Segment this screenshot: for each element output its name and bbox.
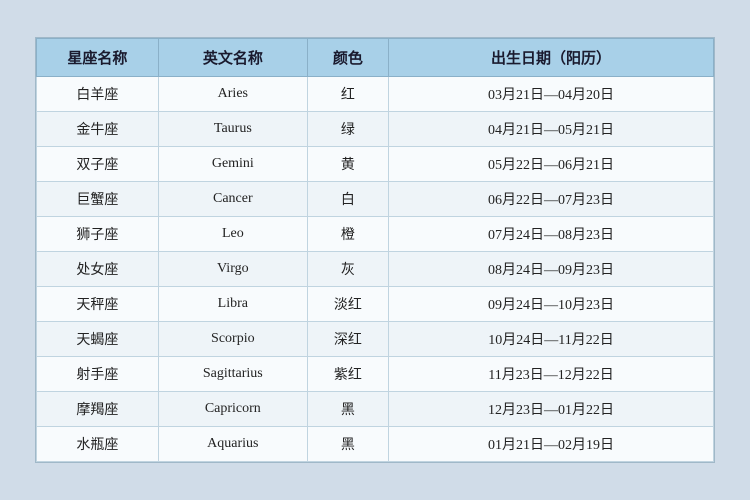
cell-chinese-name: 天秤座: [37, 287, 159, 322]
table-row: 巨蟹座Cancer白06月22日—07月23日: [37, 182, 714, 217]
cell-date: 06月22日—07月23日: [389, 182, 714, 217]
table-row: 水瓶座Aquarius黑01月21日—02月19日: [37, 427, 714, 462]
table-row: 白羊座Aries红03月21日—04月20日: [37, 77, 714, 112]
cell-chinese-name: 天蝎座: [37, 322, 159, 357]
cell-chinese-name: 巨蟹座: [37, 182, 159, 217]
cell-color: 绿: [307, 112, 388, 147]
cell-english-name: Aries: [158, 77, 307, 112]
cell-english-name: Leo: [158, 217, 307, 252]
cell-english-name: Aquarius: [158, 427, 307, 462]
table-row: 处女座Virgo灰08月24日—09月23日: [37, 252, 714, 287]
table-row: 天秤座Libra淡红09月24日—10月23日: [37, 287, 714, 322]
table-row: 狮子座Leo橙07月24日—08月23日: [37, 217, 714, 252]
cell-color: 深红: [307, 322, 388, 357]
table-row: 天蝎座Scorpio深红10月24日—11月22日: [37, 322, 714, 357]
table-row: 金牛座Taurus绿04月21日—05月21日: [37, 112, 714, 147]
cell-chinese-name: 处女座: [37, 252, 159, 287]
zodiac-table-container: 星座名称 英文名称 颜色 出生日期（阳历） 白羊座Aries红03月21日—04…: [35, 37, 715, 463]
cell-date: 12月23日—01月22日: [389, 392, 714, 427]
cell-color: 白: [307, 182, 388, 217]
cell-english-name: Scorpio: [158, 322, 307, 357]
table-row: 射手座Sagittarius紫红11月23日—12月22日: [37, 357, 714, 392]
cell-color: 淡红: [307, 287, 388, 322]
header-english-name: 英文名称: [158, 39, 307, 77]
cell-color: 红: [307, 77, 388, 112]
zodiac-table: 星座名称 英文名称 颜色 出生日期（阳历） 白羊座Aries红03月21日—04…: [36, 38, 714, 462]
cell-english-name: Capricorn: [158, 392, 307, 427]
cell-date: 08月24日—09月23日: [389, 252, 714, 287]
cell-date: 05月22日—06月21日: [389, 147, 714, 182]
table-header-row: 星座名称 英文名称 颜色 出生日期（阳历）: [37, 39, 714, 77]
table-body: 白羊座Aries红03月21日—04月20日金牛座Taurus绿04月21日—0…: [37, 77, 714, 462]
cell-color: 黄: [307, 147, 388, 182]
cell-color: 黑: [307, 427, 388, 462]
cell-color: 橙: [307, 217, 388, 252]
header-date: 出生日期（阳历）: [389, 39, 714, 77]
cell-color: 黑: [307, 392, 388, 427]
cell-english-name: Gemini: [158, 147, 307, 182]
cell-chinese-name: 白羊座: [37, 77, 159, 112]
cell-date: 09月24日—10月23日: [389, 287, 714, 322]
cell-english-name: Virgo: [158, 252, 307, 287]
cell-date: 07月24日—08月23日: [389, 217, 714, 252]
cell-chinese-name: 摩羯座: [37, 392, 159, 427]
cell-date: 11月23日—12月22日: [389, 357, 714, 392]
cell-chinese-name: 水瓶座: [37, 427, 159, 462]
header-chinese-name: 星座名称: [37, 39, 159, 77]
cell-chinese-name: 双子座: [37, 147, 159, 182]
cell-date: 01月21日—02月19日: [389, 427, 714, 462]
cell-date: 10月24日—11月22日: [389, 322, 714, 357]
cell-date: 04月21日—05月21日: [389, 112, 714, 147]
header-color: 颜色: [307, 39, 388, 77]
table-row: 双子座Gemini黄05月22日—06月21日: [37, 147, 714, 182]
cell-chinese-name: 狮子座: [37, 217, 159, 252]
cell-english-name: Sagittarius: [158, 357, 307, 392]
cell-chinese-name: 射手座: [37, 357, 159, 392]
cell-english-name: Taurus: [158, 112, 307, 147]
cell-chinese-name: 金牛座: [37, 112, 159, 147]
cell-color: 灰: [307, 252, 388, 287]
table-row: 摩羯座Capricorn黑12月23日—01月22日: [37, 392, 714, 427]
cell-date: 03月21日—04月20日: [389, 77, 714, 112]
cell-english-name: Libra: [158, 287, 307, 322]
cell-color: 紫红: [307, 357, 388, 392]
cell-english-name: Cancer: [158, 182, 307, 217]
